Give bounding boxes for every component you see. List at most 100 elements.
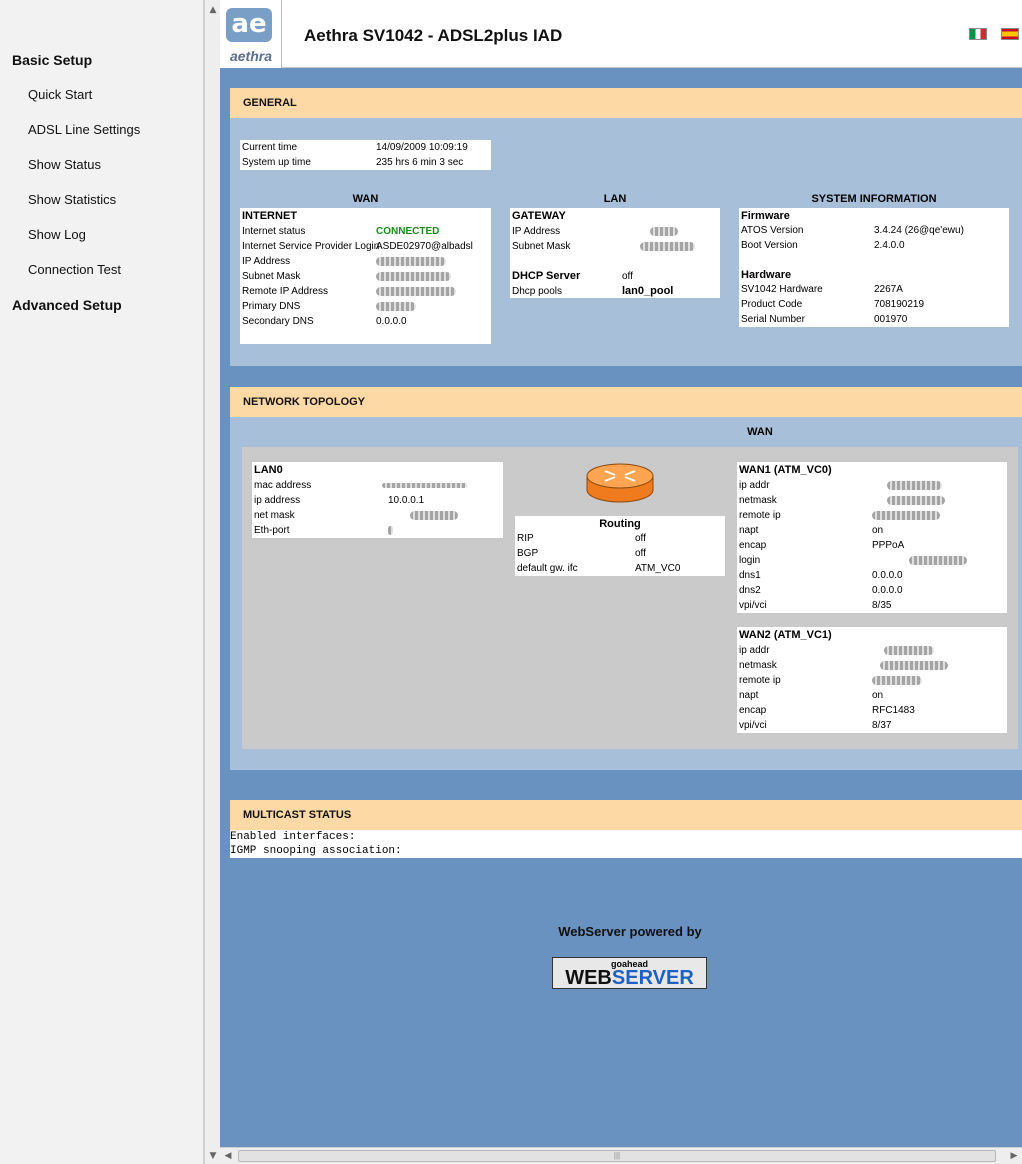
secondary-dns-value: 0.0.0.0 [376,316,407,327]
wan-heading: WAN [352,193,379,205]
serial-number-value: 001970 [874,314,908,325]
wan2-mask-label: netmask [739,660,777,671]
default-gw-value: ATM_VC0 [635,563,681,574]
lan-ip-label: IP Address [512,226,561,237]
multicast-panel-title: MULTICAST STATUS [230,800,1022,830]
wan2-remote-label: remote ip [739,675,781,686]
lan0-ip-value: 10.0.0.1 [388,495,425,506]
wan1-dns2-label: dns2 [739,585,761,596]
wan2-vpi-label: vpi/vci [739,720,767,731]
remote-ip-label: Remote IP Address [242,286,328,297]
wan-box: INTERNET Internet status CONNECTED Inter… [240,208,491,344]
scroll-right-icon[interactable]: ▶ [1006,1148,1022,1164]
wan-mask-redacted [376,269,451,284]
lan0-mask-label: net mask [254,510,295,521]
wan1-title: WAN1 (ATM_VC0) [739,464,832,476]
lan-box: GATEWAY IP Address Subnet Mask DHCP Serv… [510,208,720,298]
nav-advanced-setup[interactable]: Advanced Setup [12,297,122,313]
wan1-encap-label: encap [739,540,767,551]
internet-heading: INTERNET [242,210,297,222]
multicast-enabled-interfaces: Enabled interfaces: [230,831,356,843]
scroll-left-icon[interactable]: ◀ [220,1148,236,1164]
goahead-webserver-logo[interactable]: goahead WEBSERVER [552,957,707,989]
aethra-logo: ae aethra [220,0,282,68]
current-time-label: Current time [242,142,298,153]
nav-item-quick-start[interactable]: Quick Start [28,87,92,102]
wan2-box: WAN2 (ATM_VC1) ip addr netmask remote ip… [737,627,1007,733]
nav-item-show-status[interactable]: Show Status [28,157,101,172]
lan-ip-redacted [650,224,678,239]
badge-web: WEB [565,967,612,989]
wan1-encap-value: PPPoA [872,540,905,551]
bgp-value: off [635,548,646,559]
primary-dns-label: Primary DNS [242,301,301,312]
nav-basic-setup[interactable]: Basic Setup [12,52,92,68]
wan2-napt-label: napt [739,690,759,701]
lan0-title: LAN0 [254,464,283,476]
router-icon [585,462,655,504]
lan0-eth-label: Eth-port [254,525,290,536]
sysinfo-box: Firmware ATOS Version 3.4.24 (26@qe'ewu)… [739,208,1009,327]
default-gw-label: default gw. ifc [517,563,578,574]
wan1-napt-label: napt [739,525,759,536]
uptime-label: System up time [242,157,311,168]
wan2-mask-redacted [880,658,948,673]
scroll-down-icon[interactable]: ▼ [205,1148,221,1164]
nav-item-adsl-line-settings[interactable]: ADSL Line Settings [28,122,140,137]
lan-mask-label: Subnet Mask [512,241,571,252]
dhcp-pools-label: Dhcp pools [512,286,563,297]
hardware-label: SV1042 Hardware [741,284,823,295]
wan1-remote-redacted [872,508,940,523]
spanish-flag-icon[interactable] [1001,28,1019,40]
wan2-ip-redacted [884,643,934,658]
wan1-mask-label: netmask [739,495,777,506]
boot-version-value: 2.4.0.0 [874,240,905,251]
topology-area: LAN0 mac address ip address 10.0.0.1 net… [242,447,1018,749]
lan0-mac-redacted [382,478,467,493]
scrollbar-thumb[interactable]: ||| [238,1150,996,1162]
serial-number-label: Serial Number [741,314,805,325]
wan1-vpi-value: 8/35 [872,600,892,611]
secondary-dns-label: Secondary DNS [242,316,314,327]
nav-item-show-log[interactable]: Show Log [28,227,86,242]
wan-ip-label: IP Address [242,256,291,267]
multicast-panel: MULTICAST STATUS Enabled interfaces: IGM… [230,800,1022,858]
multicast-output: Enabled interfaces: IGMP snooping associ… [230,830,1022,858]
internet-status-label: Internet status [242,226,306,237]
routing-box: Routing RIP off BGP off default gw. ifc … [515,516,725,576]
nav-frame: Basic Setup Quick Start ADSL Line Settin… [0,0,204,1164]
wan2-vpi-value: 8/37 [872,720,892,731]
lan-heading: LAN [603,193,627,205]
atos-version-value: 3.4.24 (26@qe'ewu) [874,225,964,236]
topology-panel-title: NETWORK TOPOLOGY [230,387,1022,417]
hardware-heading: Hardware [741,269,792,281]
topology-wan-heading: WAN [747,426,773,438]
lan0-mask-redacted [410,508,458,523]
sysinfo-heading: SYSTEM INFORMATION [811,193,937,205]
vertical-scrollbar[interactable]: ▲ ▼ [204,0,220,1164]
wan1-ip-label: ip addr [739,480,770,491]
multicast-igmp-snooping: IGMP snooping association: [230,845,402,857]
topology-panel: NETWORK TOPOLOGY WAN LAN0 mac address ip… [230,387,1022,770]
rip-value: off [635,533,646,544]
nav-item-show-statistics[interactable]: Show Statistics [28,192,116,207]
badge-webserver: WEBSERVER [553,967,706,990]
wan2-ip-label: ip addr [739,645,770,656]
lan0-mac-label: mac address [254,480,312,491]
italian-flag-icon[interactable] [969,28,987,40]
firmware-heading: Firmware [741,210,790,222]
nav-item-connection-test[interactable]: Connection Test [28,262,121,277]
scroll-up-icon[interactable]: ▲ [205,2,221,18]
internet-status-value: CONNECTED [376,226,440,237]
general-panel: GENERAL Current time 14/09/2009 10:09:19… [230,88,1022,366]
horizontal-scrollbar[interactable]: ◀ ||| ▶ [220,1147,1022,1164]
isp-login-value: ASDE02970@albadsl [376,241,473,252]
page-title: Aethra SV1042 - ADSL2plus IAD [304,26,563,45]
logo-mark: ae [226,8,272,42]
powered-by-text: WebServer powered by [558,924,702,939]
current-time-value: 14/09/2009 10:09:19 [376,142,468,153]
uptime-value: 235 hrs 6 min 3 sec [376,157,464,168]
product-code-label: Product Code [741,299,803,310]
lan-mask-redacted [640,239,695,254]
wan1-login-label: login [739,555,761,566]
